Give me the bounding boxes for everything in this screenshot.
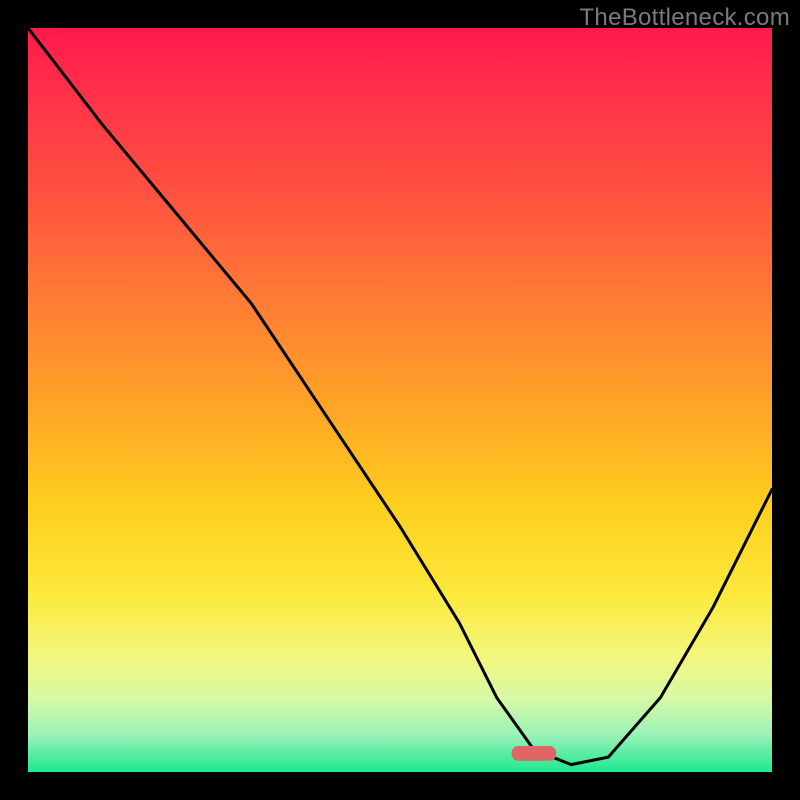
bottleneck-curve [28, 28, 772, 765]
optimal-marker [512, 746, 557, 761]
chart-frame: TheBottleneck.com [0, 0, 800, 800]
plot-area [28, 28, 772, 772]
chart-overlay [28, 28, 772, 772]
